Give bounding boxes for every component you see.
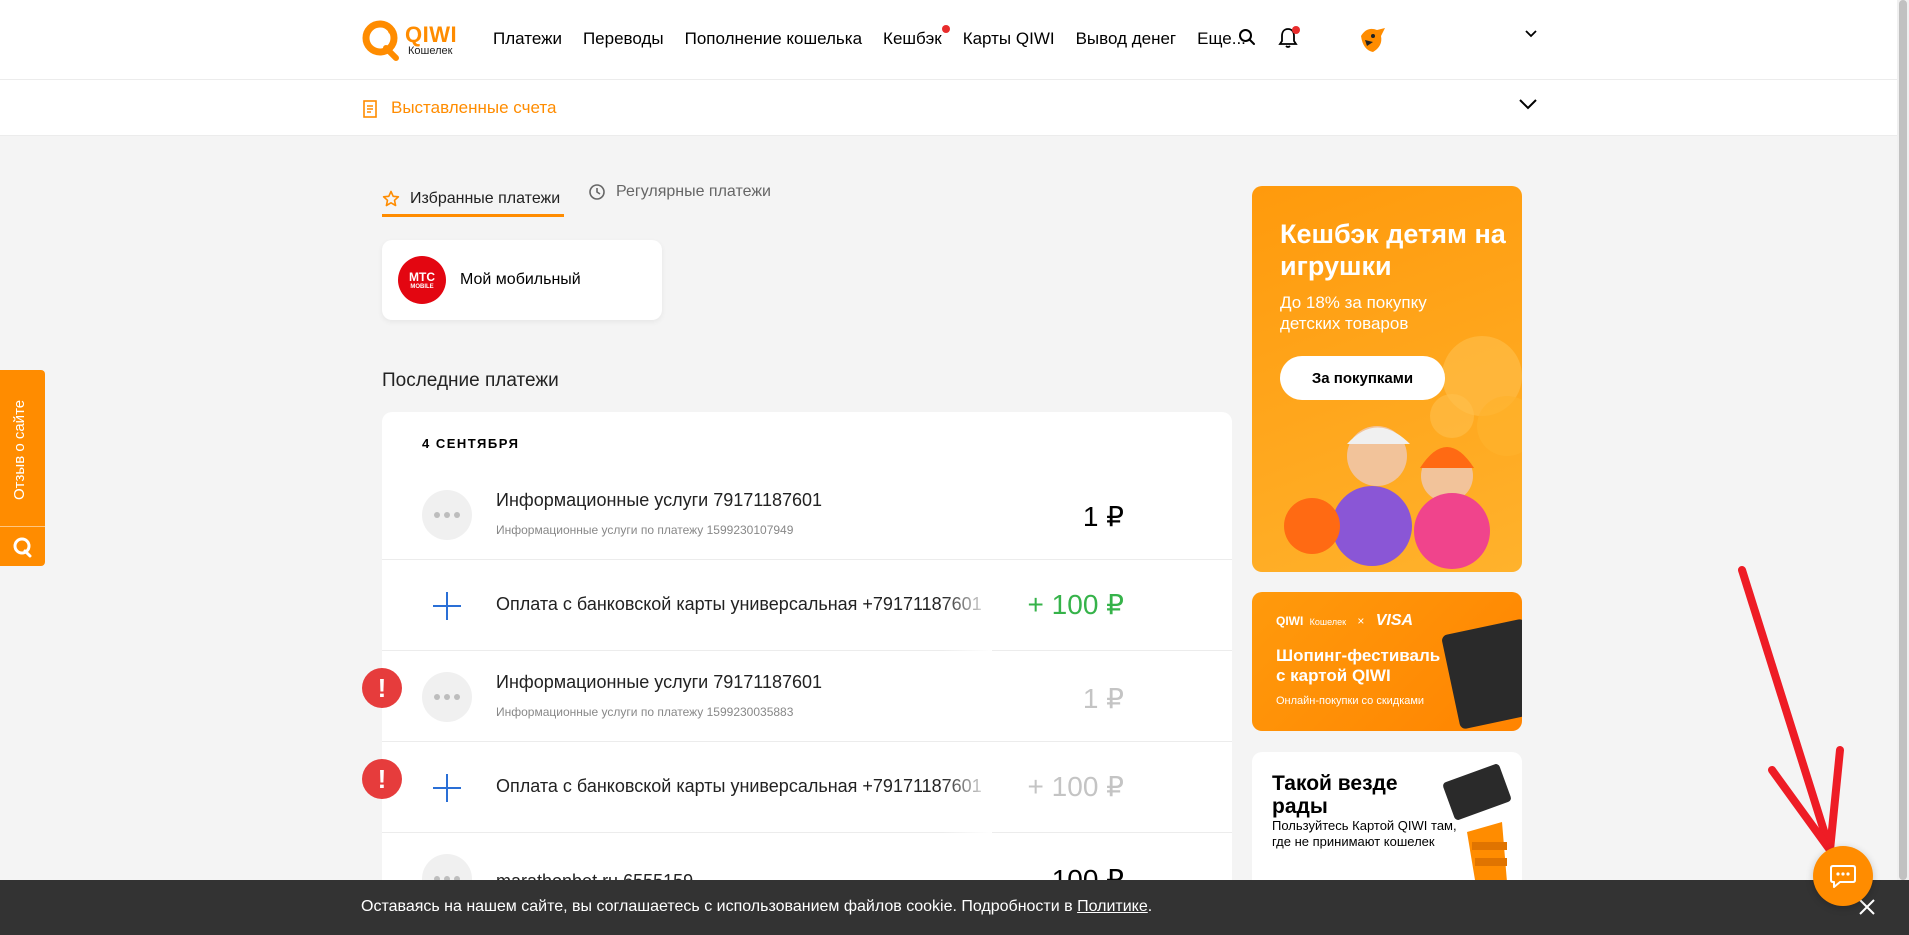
text-fade — [942, 560, 992, 651]
nav-payments-label: Платежи — [493, 29, 562, 48]
tab-favorites-label: Избранные платежи — [410, 189, 561, 207]
payment-title: Информационные услуги 79171187601 — [496, 490, 823, 510]
invoice-icon — [362, 100, 378, 118]
mts-logo-sub: MOBILE — [410, 283, 434, 290]
tab-regular[interactable]: Регулярные платежи — [588, 183, 771, 201]
logo-subtitle: Кошелек — [408, 45, 453, 57]
top-header: QIWI Кошелек Платежи Переводы Пополнение… — [0, 0, 1909, 80]
favorite-payment-card[interactable]: МТС MOBILE Мой мобильный — [382, 240, 662, 320]
banner-logos: QIWI Кошелек × VISA — [1276, 612, 1413, 630]
chevron-down-icon[interactable] — [1525, 30, 1537, 38]
notification-dot — [941, 25, 950, 33]
payment-row[interactable]: Оплата с банковской карты универсальная … — [382, 560, 1232, 651]
qiwi-logo[interactable]: QIWI Кошелек — [360, 18, 460, 64]
more-dots-icon — [422, 672, 472, 722]
policy-link[interactable]: Политике — [1077, 898, 1148, 915]
payment-subtitle: Информационные услуги по платежу 1599230… — [496, 705, 794, 719]
clock-icon — [588, 183, 606, 201]
qiwi-card-image — [1440, 618, 1522, 730]
nav-cashback-label: Кешбэк — [883, 29, 942, 48]
nav-transfers-label: Переводы — [582, 29, 664, 48]
nav-withdraw-label: Вывод денег — [1075, 29, 1177, 48]
plus-icon — [422, 763, 472, 813]
payment-amount: + 100 ₽ — [1027, 589, 1124, 620]
main-nav: Платежи Переводы Пополнение кошелька Кеш… — [493, 0, 1267, 78]
payment-title: Оплата с банковской карты универсальная … — [496, 776, 982, 796]
shopping-festival-banner[interactable]: QIWI Кошелек × VISA Шопинг-фестиваль с к… — [1252, 592, 1522, 731]
more-dots-icon — [422, 490, 472, 540]
notification-dot — [1292, 26, 1300, 34]
banner-heading: Кешбэк детям на игрушки — [1280, 219, 1506, 282]
times-icon: × — [1357, 614, 1365, 628]
invoices-label: Выставленные счета — [391, 98, 557, 117]
feedback-tab[interactable]: Отзыв о сайте — [0, 370, 45, 566]
banner-heading: Шопинг-фестиваль с картой QIWI — [1276, 646, 1441, 685]
payment-amount: + 100 ₽ — [1027, 771, 1124, 802]
payment-subtitle: Информационные услуги по платежу 1599230… — [496, 523, 794, 537]
cookie-banner: Оставаясь на нашем сайте, вы соглашаетес… — [0, 880, 1909, 935]
visa-logo: VISA — [1375, 612, 1414, 629]
nav-withdraw[interactable]: Вывод денег — [1076, 29, 1177, 49]
plus-icon — [422, 581, 472, 631]
chat-button[interactable] — [1813, 846, 1873, 906]
invoices-bar[interactable]: Выставленные счета — [0, 80, 1909, 136]
banner-text: Онлайн-покупки со скидками — [1276, 695, 1425, 707]
payment-amount: 1 ₽ — [1082, 683, 1124, 714]
qiwi-brand-sub: Кошелек — [1309, 617, 1347, 627]
cookie-text-wrap: Оставаясь на нашем сайте, вы соглашаетес… — [361, 898, 1152, 916]
text-fade — [942, 742, 992, 833]
nav-topup-label: Пополнение кошелька — [684, 29, 863, 48]
payment-title: Информационные услуги 79171187601 — [496, 672, 823, 692]
error-icon[interactable]: ! — [362, 668, 402, 708]
qiwi-brand-text: QIWI — [1276, 614, 1304, 628]
chevron-down-icon[interactable] — [1518, 98, 1538, 110]
cookie-text-end: . — [1147, 898, 1153, 915]
qiwi-logo-icon — [362, 20, 399, 61]
annotation-arrow — [1738, 566, 1844, 854]
mts-logo-text: МТС — [409, 269, 435, 284]
nav-topup[interactable]: Пополнение кошелька — [685, 29, 862, 49]
payment-amount: 1 ₽ — [1082, 501, 1124, 532]
shop-button[interactable]: За покупками — [1280, 356, 1445, 400]
page-scrollbar[interactable] — [1897, 0, 1909, 935]
nav-cards[interactable]: Карты QIWI — [963, 29, 1055, 49]
qiwi-logo-icon — [12, 536, 34, 558]
chat-bubble-icon — [1829, 863, 1857, 889]
error-icon[interactable]: ! — [362, 759, 402, 799]
nav-payments[interactable]: Платежи — [493, 29, 562, 49]
banner-text: До 18% за покупку детских товаров — [1280, 293, 1427, 334]
tab-favorites[interactable]: Избранные платежи — [382, 183, 564, 217]
divider — [0, 526, 45, 527]
nav-cashback[interactable]: Кешбэк — [883, 25, 950, 49]
payment-row[interactable]: Информационные услуги 79171187601 Информ… — [382, 651, 1232, 742]
close-icon[interactable] — [1858, 898, 1876, 916]
nav-cards-label: Карты QIWI — [962, 29, 1055, 48]
star-icon — [382, 190, 400, 208]
mts-logo: МТС MOBILE — [398, 256, 446, 304]
recent-payments-list: 4 СЕНТЯБРЯ Информационные услуги 7917118… — [382, 412, 1232, 935]
cashback-kids-banner[interactable]: Кешбэк детям на игрушки До 18% за покупк… — [1252, 186, 1522, 572]
payment-title: Оплата с банковской карты универсальная … — [496, 594, 982, 614]
favorite-name: Мой мобильный — [460, 271, 581, 288]
date-heading: 4 СЕНТЯБРЯ — [422, 436, 520, 451]
banner-heading: Такой везде рады — [1272, 772, 1398, 819]
payment-row[interactable]: Оплата с банковской карты универсальная … — [382, 742, 1232, 833]
payment-row[interactable]: Информационные услуги 79171187601 Информ… — [382, 469, 1232, 560]
nav-transfers[interactable]: Переводы — [583, 29, 664, 49]
search-icon[interactable] — [1238, 28, 1256, 46]
recent-payments-title: Последние платежи — [382, 370, 559, 391]
bell-icon[interactable] — [1278, 26, 1300, 49]
tab-regular-label: Регулярные платежи — [616, 183, 771, 200]
cookie-text: Оставаясь на нашем сайте, вы соглашаетес… — [361, 898, 1078, 915]
feedback-label: Отзыв о сайте — [11, 399, 28, 501]
user-avatar[interactable] — [1355, 22, 1389, 56]
scrollbar-thumb[interactable] — [1899, 0, 1907, 880]
banner-text: Пользуйтесь Картой QIWI там, где не прин… — [1272, 818, 1457, 850]
